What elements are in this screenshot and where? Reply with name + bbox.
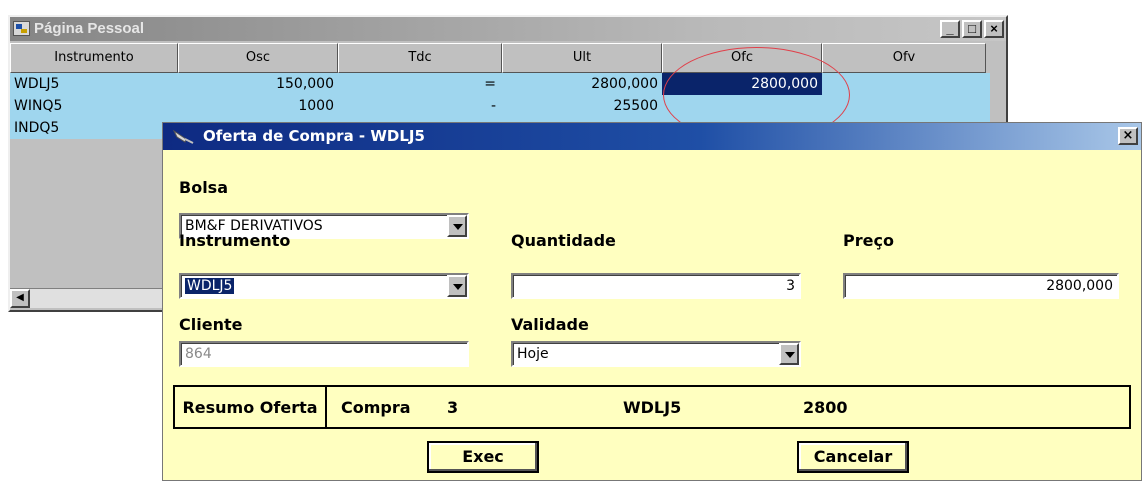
horizontal-scrollbar[interactable]: ◀ — [10, 288, 176, 308]
cell-osc: 150,000 — [276, 76, 334, 92]
cliente-label: Cliente — [179, 315, 243, 334]
preco-label: Preço — [843, 231, 894, 250]
instrumento-select[interactable]: WDLJ5 — [179, 273, 469, 299]
dialog-close-button[interactable]: × — [1118, 127, 1138, 145]
scroll-left-arrow-icon[interactable]: ◀ — [10, 289, 30, 308]
column-header-tdc[interactable]: Tdc — [338, 43, 502, 73]
buy-order-dialog: Oferta de Compra - WDLJ5 × Bolsa BM&F DE… — [162, 122, 1142, 481]
summary-label: Resumo Oferta — [175, 387, 327, 427]
cancel-button[interactable]: Cancelar — [797, 441, 909, 473]
buy-order-titlebar[interactable]: Oferta de Compra - WDLJ5 × — [163, 123, 1141, 150]
maximize-button[interactable]: □ — [962, 20, 982, 38]
validade-value: Hoje — [517, 346, 549, 362]
column-header-ofc[interactable]: Ofc — [662, 43, 822, 73]
bolsa-label: Bolsa — [179, 178, 228, 197]
chevron-down-icon[interactable] — [447, 215, 467, 237]
exec-button[interactable]: Exec — [427, 441, 539, 473]
quantidade-input[interactable]: 3 — [511, 273, 801, 299]
cell-ofc-selected[interactable]: 2800,000 — [662, 73, 822, 95]
column-header-ult[interactable]: Ult — [502, 43, 662, 73]
column-header-ofv[interactable]: Ofv — [822, 43, 986, 73]
cell-instrumento: WINQ5 — [14, 98, 63, 114]
close-button[interactable]: × — [984, 20, 1004, 38]
cell-ult: 25500 — [613, 98, 658, 114]
personal-page-title: Página Pessoal — [34, 20, 145, 37]
chevron-down-icon[interactable] — [447, 275, 467, 297]
personal-page-titlebar[interactable]: Página Pessoal _ □ × — [10, 17, 1006, 41]
app-icon — [13, 21, 30, 36]
validade-select[interactable]: Hoje — [511, 341, 801, 367]
summary-type: Compra — [341, 398, 411, 417]
cell-instrumento: INDQ5 — [14, 120, 60, 136]
dialog-title: Oferta de Compra - WDLJ5 — [203, 127, 425, 145]
cliente-input[interactable]: 864 — [179, 341, 469, 367]
summary-instrument: WDLJ5 — [623, 398, 682, 417]
table-row[interactable]: WINQ5 1000 - 25500 — [10, 95, 990, 117]
pen-icon — [173, 129, 194, 144]
grid-header: Instrumento Osc Tdc Ult Ofc Ofv — [10, 43, 986, 73]
table-row[interactable]: WDLJ5 150,000 = 2800,000 2800,000 — [10, 73, 990, 95]
cell-instrumento: WDLJ5 — [14, 76, 60, 92]
summary-price: 2800 — [803, 398, 848, 417]
cell-ofv — [822, 95, 986, 117]
cell-ult: 2800,000 — [591, 76, 658, 92]
cell-ofv — [822, 73, 986, 95]
quantidade-label: Quantidade — [511, 231, 616, 250]
cell-tdc: - — [490, 98, 496, 114]
cell-ofc — [662, 95, 822, 117]
minimize-button[interactable]: _ — [940, 20, 960, 38]
order-summary: Resumo Oferta Compra 3 WDLJ5 2800 — [173, 385, 1131, 429]
column-header-osc[interactable]: Osc — [178, 43, 338, 73]
summary-quantity: 3 — [447, 398, 459, 417]
column-header-instrumento[interactable]: Instrumento — [10, 43, 178, 73]
cell-tdc: = — [484, 76, 496, 92]
preco-input[interactable]: 2800,000 — [843, 273, 1119, 299]
instrumento-value: WDLJ5 — [185, 278, 235, 294]
cell-osc: 1000 — [298, 98, 334, 114]
validade-label: Validade — [511, 315, 589, 334]
instrumento-label: Instrumento — [179, 231, 291, 250]
chevron-down-icon[interactable] — [779, 343, 799, 365]
